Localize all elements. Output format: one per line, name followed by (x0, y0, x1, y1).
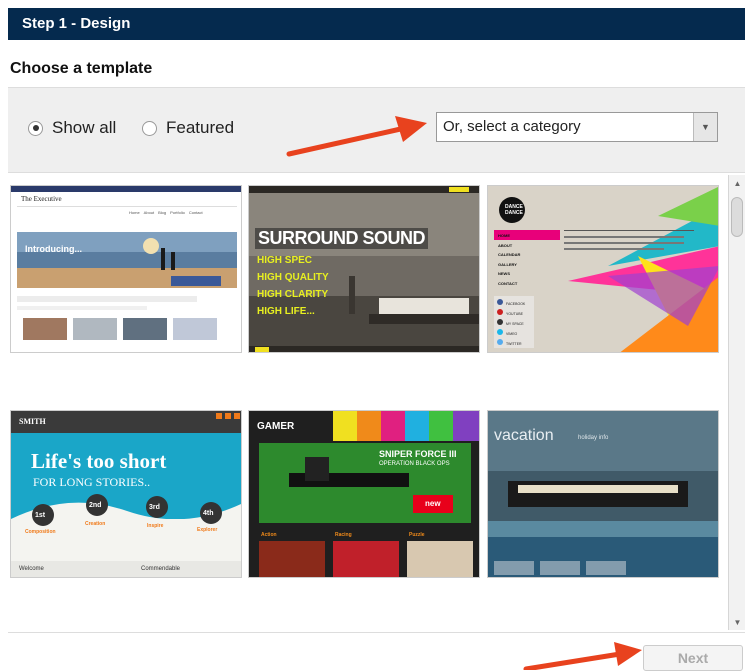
template-brand: GAMER (257, 421, 295, 432)
template-nav-item: Portfolio (170, 210, 185, 215)
template-tagline: HIGH CLARITY (257, 289, 329, 300)
category-select[interactable]: Or, select a category ▼ (436, 112, 718, 142)
template-headline: SURROUND SOUND (255, 228, 429, 249)
template-nav-item: About (143, 210, 155, 215)
template-footer-item: Welcome (19, 566, 44, 572)
template-step: 2nd (89, 502, 102, 509)
template-menu-item: CALENDAR (498, 252, 521, 257)
step-title-bar: Step 1 - Design (8, 8, 745, 40)
template-thumb-surround-sound[interactable]: SURROUND SOUND HIGH SPEC HIGH QUALITY HI… (248, 185, 480, 353)
template-thumb-smith[interactable]: SMITH Life's too short FOR LONG STORIES.… (10, 410, 242, 578)
scroll-up-icon[interactable]: ▲ (729, 175, 745, 191)
template-social: FACEBOOK YOUTUBE MY SPACE VIMEO TWITTER (506, 299, 525, 349)
template-social-item: VIMEO (506, 332, 518, 336)
show-all-label: Show all (52, 118, 117, 137)
template-nav-item: Contact (188, 210, 203, 215)
template-menu: HOME ABOUT CALENDAR GALLERY NEWS CONTACT (498, 231, 520, 288)
next-button[interactable]: Next (643, 645, 743, 671)
template-banner-title: SNIPER FORCE III (379, 449, 457, 459)
template-brand: SMITH (19, 417, 46, 426)
template-step-label: Inspire (147, 523, 164, 529)
template-menu-item: NEWS (498, 271, 510, 276)
template-thumb-gamer[interactable]: GAMER SNIPER FORCE III OPERATION BLACK O… (248, 410, 480, 578)
template-social-item: FACEBOOK (506, 302, 526, 306)
template-step-label: Composition (25, 529, 56, 535)
template-tagline: HIGH LIFE... (257, 306, 315, 317)
category-select-value: Or, select a category (443, 118, 581, 135)
template-step: 4th (203, 510, 214, 517)
radio-unselected-icon[interactable] (142, 120, 157, 136)
scroll-down-icon[interactable]: ▼ (729, 614, 745, 630)
template-thumb-vacation[interactable]: vacation holiday info (487, 410, 719, 578)
template-step: 3rd (149, 504, 160, 511)
template-tagline: HIGH SPEC (257, 255, 313, 266)
annotation-arrow-icon (286, 116, 427, 157)
template-brand: vacation (494, 427, 554, 444)
template-nav: Home About Blog Portfolio Contact (129, 210, 203, 215)
template-logo: DANCE DANCE (505, 204, 523, 216)
annotation-arrow-icon (523, 642, 642, 670)
chevron-down-icon[interactable]: ▼ (693, 113, 717, 141)
template-brand: The Executive (21, 195, 62, 203)
template-footer-item: Commendable (141, 566, 181, 572)
template-thumb-dance[interactable]: DANCE DANCE HOME ABOUT CALENDAR GALLERY … (487, 185, 719, 353)
template-subheadline: FOR LONG STORIES.. (33, 475, 151, 489)
template-banner-sub: OPERATION BLACK OPS (379, 461, 450, 467)
template-tagline-list: HIGH SPEC HIGH QUALITY HIGH CLARITY HIGH… (257, 252, 329, 320)
template-nav-item: Home (129, 210, 140, 215)
section-title: Choose a template (10, 60, 153, 77)
template-menu-item: CONTACT (498, 280, 518, 286)
template-step: 1st (35, 512, 46, 519)
featured-label: Featured (166, 118, 235, 137)
template-social-item: MY SPACE (506, 322, 524, 326)
featured-radio[interactable]: Featured (142, 118, 234, 138)
template-headline: Life's too short (31, 449, 167, 473)
gallery-scrollbar[interactable]: ▲ ▼ (728, 175, 745, 630)
template-nav-item: Blog (158, 210, 167, 215)
template-menu-item: GALLERY (498, 261, 517, 267)
footer-divider (8, 632, 745, 633)
template-step-label: Creation (85, 521, 106, 527)
scrollbar-thumb[interactable] (731, 197, 743, 237)
template-menu-item: HOME (498, 233, 510, 238)
show-all-radio[interactable]: Show all (28, 118, 116, 138)
template-tile-label: Racing (335, 532, 352, 538)
template-headline: Introducing... (25, 244, 82, 254)
template-badge: new (425, 499, 441, 508)
template-tagline: HIGH QUALITY (257, 272, 329, 283)
radio-selected-icon[interactable] (28, 120, 43, 136)
template-menu-item: ABOUT (498, 242, 513, 248)
step-title: Step 1 - Design (22, 15, 131, 32)
template-step-label: Explorer (197, 527, 218, 533)
template-tile-label: Action (261, 532, 277, 538)
template-thumb-executive[interactable]: The Executive Introducing... Home About … (10, 185, 242, 353)
template-social-item: YOUTUBE (506, 312, 523, 316)
template-tagline: holiday info (578, 435, 609, 441)
template-gallery: The Executive Introducing... Home About … (8, 175, 745, 630)
template-social-item: TWITTER (506, 342, 522, 346)
template-tile-label: Puzzle (409, 532, 425, 538)
